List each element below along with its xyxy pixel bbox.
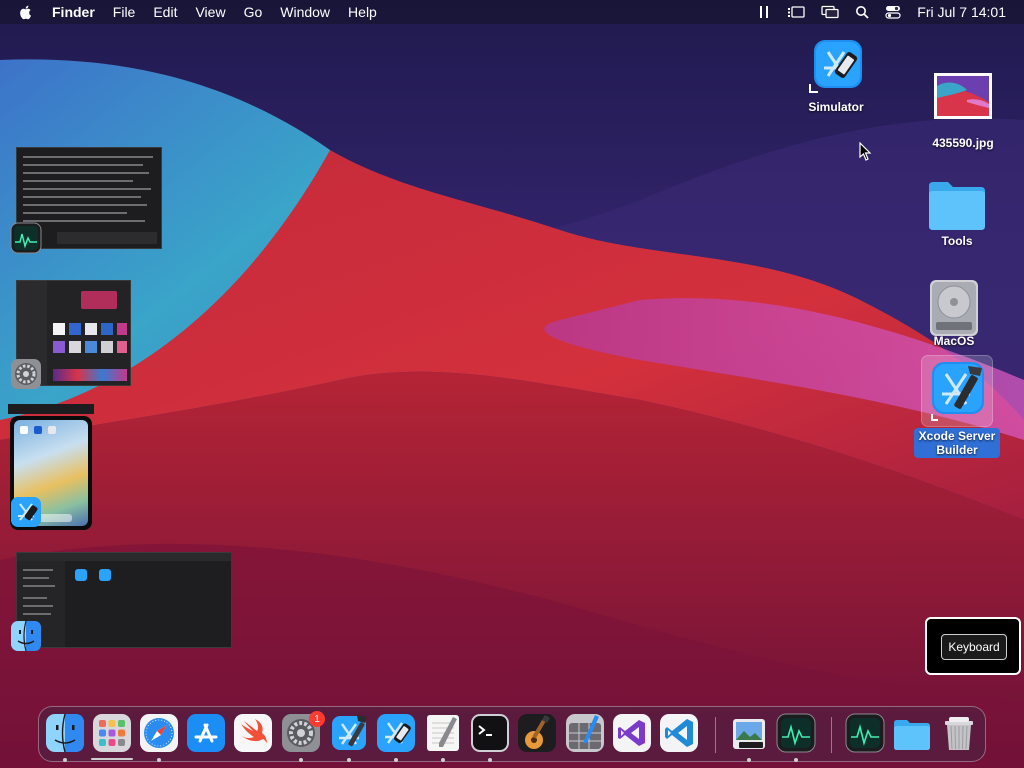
- window-thumb-simulator-bar: [8, 404, 94, 414]
- hard-drive-icon: [930, 280, 978, 336]
- control-center-icon[interactable]: [885, 5, 901, 19]
- mouse-cursor: [859, 142, 872, 161]
- dock-app-store-icon[interactable]: [186, 713, 226, 753]
- dock-instruments-icon[interactable]: [565, 713, 605, 753]
- dock-visual-studio-icon[interactable]: [612, 713, 652, 753]
- dock-terminal-icon[interactable]: [470, 713, 510, 753]
- pause-icon[interactable]: [757, 5, 771, 19]
- dock-finder-icon[interactable]: [45, 713, 85, 753]
- dock-dot-xcode: [347, 758, 351, 762]
- dock-xcode-icon[interactable]: [329, 713, 369, 753]
- desktop-wallpaper: [0, 0, 1024, 768]
- settings-notification-badge: 1: [309, 711, 325, 727]
- dock-downloads-folder-icon[interactable]: [892, 713, 932, 753]
- menu-go[interactable]: Go: [244, 4, 263, 20]
- dock-launchpad-indicator: [91, 758, 133, 760]
- search-icon[interactable]: [855, 5, 869, 19]
- stage-manager-icon[interactable]: [787, 5, 805, 19]
- dock-dot-simulator: [394, 758, 398, 762]
- menu-view[interactable]: View: [195, 4, 225, 20]
- dock-vscode-icon[interactable]: [659, 713, 699, 753]
- simulator-app-icon: [809, 40, 862, 93]
- image-file-icon: [934, 73, 992, 119]
- desktop-label-jpg: 435590.jpg: [932, 136, 994, 150]
- dock-dot-activity-monitor: [794, 758, 798, 762]
- dock-trash-icon[interactable]: [939, 713, 979, 753]
- dock-separator: [715, 717, 716, 753]
- menu-file[interactable]: File: [113, 4, 136, 20]
- dock-preview-icon[interactable]: [729, 713, 769, 753]
- menu-bar: Finder File Edit View Go Window Help Fri…: [0, 0, 1024, 24]
- dock-dot-settings: [299, 758, 303, 762]
- dock-simulator-icon[interactable]: [376, 713, 416, 753]
- simulator-icon[interactable]: [10, 496, 42, 528]
- apple-icon[interactable]: [18, 4, 34, 20]
- dock-garageband-icon[interactable]: [517, 713, 557, 753]
- dock-safari-icon[interactable]: [139, 713, 179, 753]
- desktop-icon-simulator[interactable]: Simulator: [800, 38, 872, 114]
- dock-dot-finder: [63, 758, 67, 762]
- menu-edit[interactable]: Edit: [153, 4, 177, 20]
- menu-app-name[interactable]: Finder: [52, 4, 95, 20]
- desktop-label-xcode-server: Xcode Server Builder: [914, 428, 1000, 458]
- dock-minimized-activity-icon[interactable]: [845, 713, 885, 753]
- dock-dot-textedit: [441, 758, 445, 762]
- desktop-label-tools: Tools: [941, 234, 973, 248]
- dock-separator-2: [831, 717, 832, 753]
- desktop-label-simulator: Simulator: [808, 100, 864, 114]
- dock-textedit-icon[interactable]: [423, 713, 463, 753]
- desktop-label-macos: MacOS: [933, 334, 975, 348]
- activity-monitor-icon[interactable]: [10, 222, 42, 254]
- keyboard-panel: Keyboard: [925, 617, 1021, 675]
- xcode-server-icon: [921, 355, 993, 427]
- dock-swift-icon[interactable]: [233, 713, 273, 753]
- dock-dot-terminal: [488, 758, 492, 762]
- screen-mirroring-icon[interactable]: [821, 5, 839, 19]
- desktop-icon-xcode-server[interactable]: Xcode Server Builder: [914, 355, 1000, 458]
- dock-dot-preview: [747, 758, 751, 762]
- keyboard-button[interactable]: Keyboard: [941, 634, 1007, 660]
- system-settings-icon[interactable]: [10, 358, 42, 390]
- desktop-icon-macos[interactable]: MacOS: [920, 278, 988, 348]
- menu-window[interactable]: Window: [280, 4, 330, 20]
- dock-activity-monitor-icon[interactable]: [776, 713, 816, 753]
- desktop-icon-tools[interactable]: Tools: [920, 176, 994, 248]
- finder-icon[interactable]: [10, 620, 42, 652]
- dock-dot-safari: [157, 758, 161, 762]
- menu-clock[interactable]: Fri Jul 7 14:01: [917, 4, 1006, 20]
- desktop-icon-jpg[interactable]: 435590.jpg: [920, 72, 1006, 150]
- folder-icon: [929, 182, 985, 230]
- dock-launchpad-icon[interactable]: [92, 713, 132, 753]
- window-thumb-finder[interactable]: [16, 552, 232, 648]
- dock: 1: [38, 706, 986, 762]
- menu-help[interactable]: Help: [348, 4, 377, 20]
